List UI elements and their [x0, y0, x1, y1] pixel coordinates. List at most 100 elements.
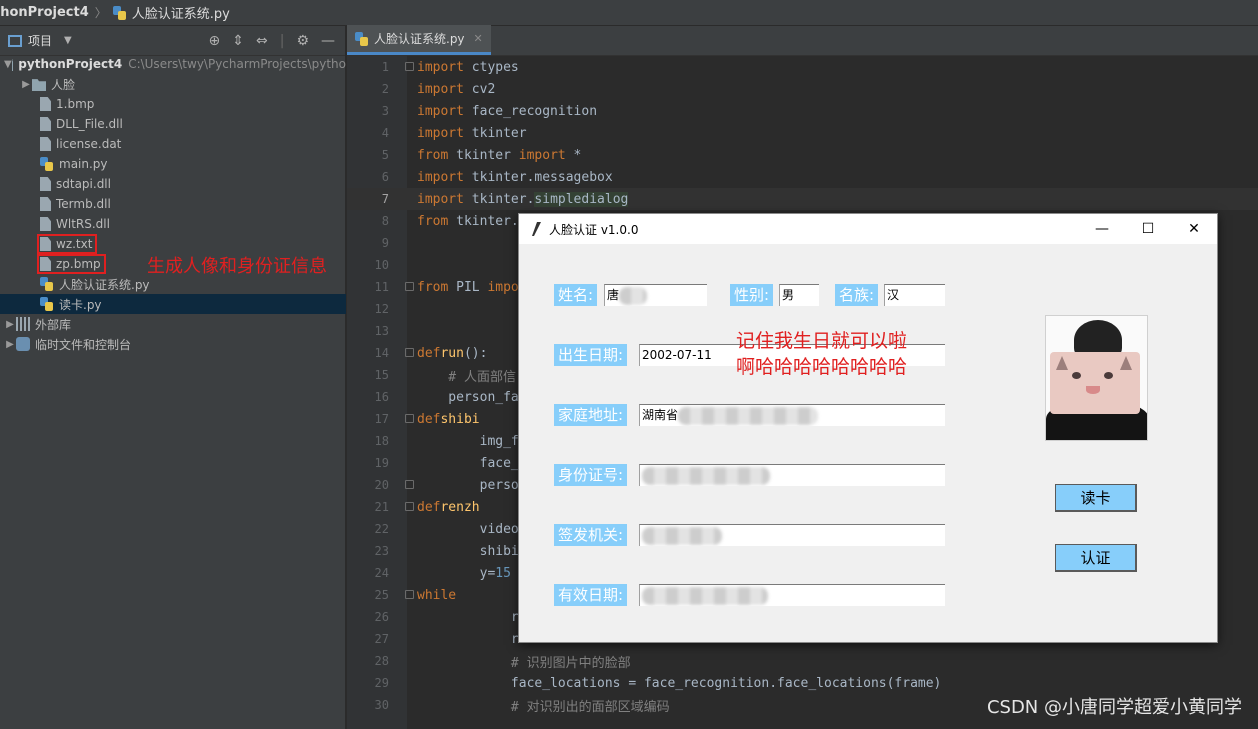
valid-date-field[interactable] [639, 584, 945, 606]
code-line: 3 import face_recognition [347, 100, 1258, 122]
gear-icon[interactable]: ⚙ [296, 33, 309, 49]
code-line: 4 import tkinter [347, 122, 1258, 144]
hide-icon[interactable]: — [321, 33, 335, 49]
toolbar-divider: | [279, 32, 285, 49]
file-icon [40, 117, 51, 131]
authority-label: 签发机关: [554, 524, 628, 546]
line-number: 20 [374, 478, 389, 492]
address-value: 湖南省 [642, 408, 679, 422]
name-value: 唐 [607, 288, 620, 302]
line-number: 7 [381, 192, 389, 206]
navigation-bar: thonProject4 〉 人脸认证系统.py [0, 0, 1258, 26]
tab-face-auth-py[interactable]: 人脸认证系统.py ✕ [347, 25, 491, 55]
expand-all-icon[interactable]: ⇕ [232, 33, 244, 49]
tab-label: 人脸认证系统.py [374, 32, 465, 46]
file-icon [40, 237, 51, 251]
chevron-right-icon[interactable]: ▶ [20, 79, 32, 90]
read-card-button[interactable]: 读卡 [1055, 484, 1137, 512]
file-icon [40, 97, 51, 111]
feather-icon [532, 222, 541, 236]
code-line: 29 face_locations = face_recognition.fac… [347, 672, 1258, 694]
breadcrumb-file[interactable]: 人脸认证系统.py [112, 3, 230, 22]
line-number: 12 [374, 302, 389, 316]
line-number: 13 [374, 324, 389, 338]
id-photo [1045, 315, 1148, 441]
id-number-field[interactable] [639, 464, 945, 486]
ethnic-field[interactable]: 汉 [884, 284, 945, 306]
chevron-down-icon[interactable]: ▼ [4, 59, 12, 70]
tree-item-face-folder[interactable]: ▶ 人脸 [0, 74, 346, 94]
close-button[interactable]: ✕ [1171, 214, 1217, 244]
tree-item-wltrs[interactable]: WltRS.dll [0, 214, 346, 234]
id-number-label: 身份证号: [554, 464, 628, 486]
locate-icon[interactable]: ⊕ [209, 33, 221, 49]
tree-item-main-py[interactable]: main.py [0, 154, 346, 174]
tree-item-label: 人脸认证系统.py [59, 277, 150, 292]
minimize-button[interactable]: — [1079, 214, 1125, 244]
line-number: 16 [374, 390, 389, 404]
authority-field[interactable] [639, 524, 945, 546]
fold-marker-icon[interactable] [405, 348, 414, 357]
cat-eye [1072, 372, 1081, 379]
fold-marker-icon[interactable] [405, 502, 414, 511]
tree-item-dll-file[interactable]: DLL_File.dll [0, 114, 346, 134]
line-number: 28 [374, 654, 389, 668]
code-line: 6 import tkinter.messagebox [347, 166, 1258, 188]
tree-item-termb[interactable]: Termb.dll [0, 194, 346, 214]
tree-item-label: wz.txt [56, 237, 93, 251]
tree-item-label: 读卡.py [59, 297, 102, 312]
project-tree: ▼ pythonProject4 C:\Users\twy\PycharmPro… [0, 54, 346, 354]
close-icon[interactable]: ✕ [474, 32, 483, 45]
collapse-all-icon[interactable]: ⇔ [256, 33, 268, 49]
fold-marker-icon[interactable] [405, 62, 414, 71]
tree-item-read-card-py[interactable]: 读卡.py [0, 294, 346, 314]
valid-date-label: 有效日期: [554, 584, 628, 606]
fold-marker-icon[interactable] [405, 590, 414, 599]
tree-item-1bmp[interactable]: 1.bmp [0, 94, 346, 114]
line-number: 14 [374, 346, 389, 360]
redacted-blur [678, 406, 819, 425]
project-panel-icon [8, 34, 22, 47]
fold-marker-icon[interactable] [405, 480, 414, 489]
tree-root[interactable]: ▼ pythonProject4 C:\Users\twy\PycharmPro… [0, 54, 346, 74]
fold-marker-icon[interactable] [405, 414, 414, 423]
tree-root-label: pythonProject4 [18, 57, 123, 71]
address-field[interactable]: 湖南省 [639, 404, 945, 426]
scratches-icon [16, 337, 30, 351]
gender-field[interactable]: 男 [779, 284, 819, 306]
chevron-right-icon[interactable]: ▶ [4, 339, 16, 350]
python-file-icon [355, 31, 369, 46]
line-number: 30 [374, 698, 389, 712]
line-number: 1 [381, 60, 389, 74]
tree-item-scratches[interactable]: ▶ 临时文件和控制台 [0, 334, 346, 354]
chevron-down-icon[interactable]: ▼ [64, 35, 72, 46]
name-label: 姓名: [554, 284, 598, 306]
tree-item-license[interactable]: license.dat [0, 134, 346, 154]
line-number: 3 [381, 104, 389, 118]
line-number: 27 [374, 632, 389, 646]
project-panel-title[interactable]: 项目 [28, 32, 52, 49]
line-number: 9 [381, 236, 389, 250]
fold-marker-icon[interactable] [405, 282, 414, 291]
line-number: 25 [374, 588, 389, 602]
line-number: 18 [374, 434, 389, 448]
maximize-button[interactable]: ☐ [1125, 214, 1171, 244]
window-titlebar[interactable]: 人脸认证 v1.0.0 — ☐ ✕ [519, 214, 1217, 244]
breadcrumb-project[interactable]: thonProject4 [0, 5, 89, 20]
file-icon [40, 217, 51, 231]
tree-item-label: main.py [59, 157, 108, 171]
line-number: 8 [381, 214, 389, 228]
tree-item-label: zp.bmp [56, 257, 101, 271]
tree-item-external-libs[interactable]: ▶ 外部库 [0, 314, 346, 334]
line-number: 17 [374, 412, 389, 426]
editor-tabbar: 人脸认证系统.py ✕ [347, 25, 1258, 56]
watermark: CSDN @小唐同学超爱小黄同学 [986, 697, 1242, 718]
tree-item-label: DLL_File.dll [56, 117, 123, 131]
name-field[interactable]: 唐 [604, 284, 707, 306]
tree-item-sdtapi[interactable]: sdtapi.dll [0, 174, 346, 194]
breadcrumb-file-label: 人脸认证系统.py [131, 7, 230, 22]
verify-button[interactable]: 认证 [1055, 544, 1137, 572]
window-controls: — ☐ ✕ [1079, 214, 1217, 244]
tree-item-wz-txt[interactable]: wz.txt [0, 234, 346, 254]
chevron-right-icon[interactable]: ▶ [4, 319, 16, 330]
